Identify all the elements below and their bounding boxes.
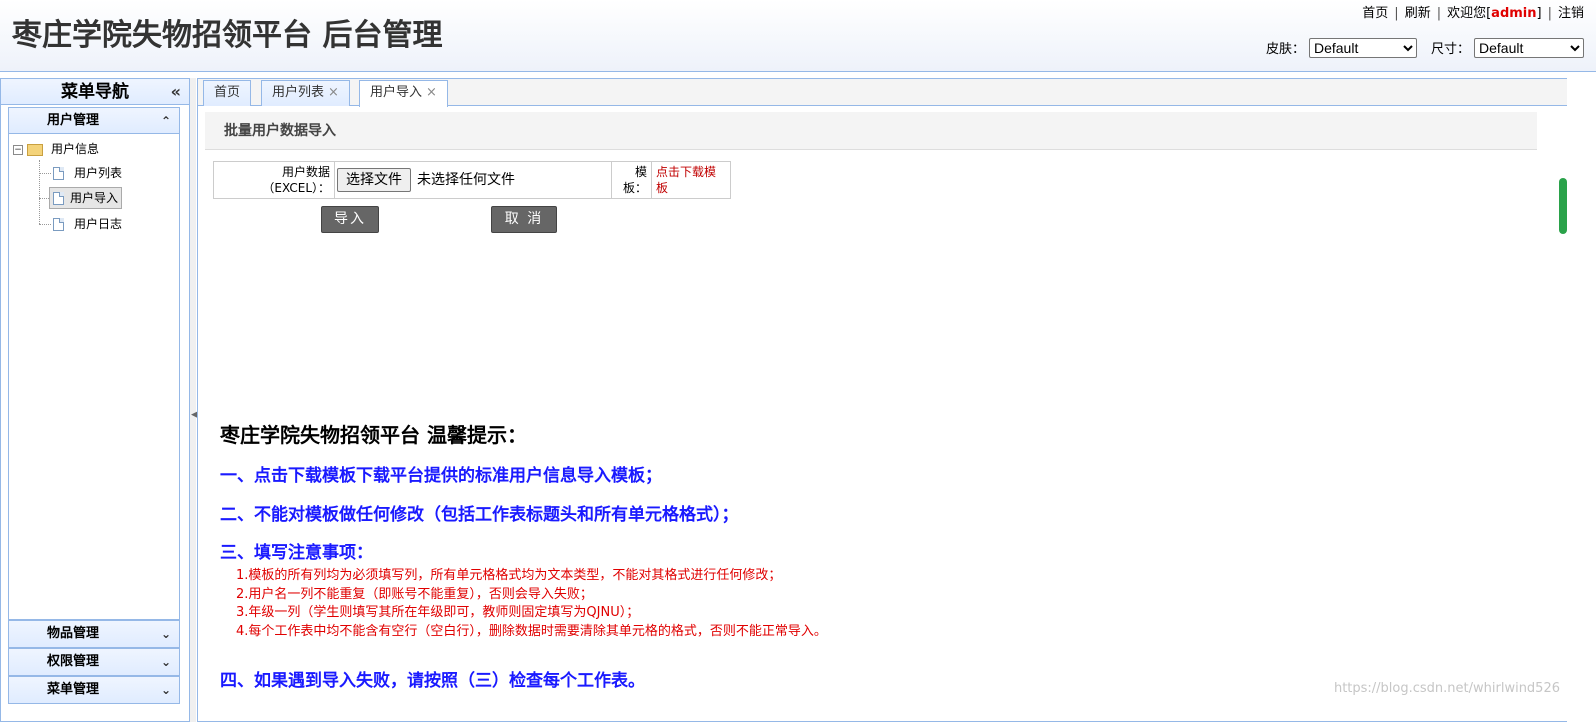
file-icon: [53, 218, 64, 231]
close-icon[interactable]: ×: [426, 85, 437, 100]
no-file-text: 未选择任何文件: [417, 172, 515, 188]
tree-node-user-info[interactable]: − 用户信息: [13, 138, 103, 160]
tip-step-1: 一、点击下载模板下载平台提供的标准用户信息导入模板；: [220, 466, 662, 486]
chevron-up-icon[interactable]: ⌃: [161, 108, 171, 134]
app-title: 枣庄学院失物招领平台 后台管理: [12, 18, 443, 53]
chevron-double-down-icon[interactable]: ⌄: [161, 621, 171, 647]
folder-open-icon: [27, 143, 43, 156]
close-icon[interactable]: ×: [328, 85, 339, 100]
accordion-header-user-management[interactable]: 用户管理 ⌃: [9, 108, 179, 134]
import-form: 用户数据 （EXCEL）： 选择文件 未选择任何文件 模 板： 点击下载模 板: [213, 161, 731, 199]
tree-node-user-log[interactable]: 用户日志: [53, 213, 126, 235]
file-icon: [53, 167, 64, 180]
chevron-double-down-icon[interactable]: ⌄: [161, 649, 171, 675]
user-tree: − 用户信息 用户列表 用户导入 用户日志: [9, 134, 179, 614]
data-field-label: 用户数据 （EXCEL）：: [213, 161, 335, 199]
file-icon: [53, 192, 64, 205]
scrollbar-thumb[interactable]: [1559, 178, 1567, 234]
sidebar: 菜单导航 « 用户管理 ⌃ − 用户信息 用户列表 用户导入 用户日志 物品管理…: [0, 78, 190, 722]
tips-title: 枣庄学院失物招领平台 温馨提示：: [220, 423, 527, 447]
cancel-button[interactable]: 取 消: [491, 206, 557, 233]
accordion-user-management: 用户管理 ⌃ − 用户信息 用户列表 用户导入 用户日志: [8, 107, 180, 620]
skin-select[interactable]: Default: [1308, 38, 1417, 58]
tip-note-3: 3.年级一列（学生则填写其所在年级即可，教师则固定填写为QJNU）；: [236, 605, 640, 620]
top-links: 首页 | 刷新 | 欢迎您[admin] | 注销: [1362, 6, 1584, 21]
main-panel: 首页 用户列表 × 用户导入 × 批量用户数据导入 用户数据 （EXCEL）： 选择…: [197, 78, 1567, 722]
welcome-text: 欢迎您[: [1447, 6, 1492, 21]
accordion-permission-management: 权限管理 ⌄: [8, 648, 180, 676]
tip-step-2: 二、不能对模板做任何修改（包括工作表标题头和所有单元格格式）；: [220, 505, 739, 525]
tree-node-user-import[interactable]: 用户导入: [49, 187, 123, 209]
tip-step-3: 三、填写注意事项：: [220, 543, 373, 563]
accordion-header-item-management[interactable]: 物品管理 ⌄: [9, 621, 179, 647]
tab-user-import[interactable]: 用户导入 ×: [359, 80, 448, 107]
tab-user-list[interactable]: 用户列表 ×: [261, 80, 350, 106]
refresh-link[interactable]: 刷新: [1405, 6, 1431, 21]
tip-note-1: 1.模板的所有列均为必须填写列，所有单元格格式均为文本类型，不能对其格式进行任何…: [236, 568, 782, 583]
welcome-end: ]: [1536, 6, 1542, 21]
tab-bar: 首页 用户列表 × 用户导入 ×: [198, 79, 1567, 107]
tip-note-2: 2.用户名一列不能重复（即账号不能重复），否则会导入失败；: [236, 587, 593, 602]
collapse-toggle-icon[interactable]: −: [13, 144, 23, 155]
size-select[interactable]: Default: [1474, 38, 1584, 58]
skin-label: 皮肤：: [1265, 42, 1305, 57]
header: 枣庄学院失物招领平台 后台管理 首页 | 刷新 | 欢迎您[admin] | 注销 皮肤： D…: [0, 0, 1596, 72]
choose-file-button[interactable]: 选择文件: [337, 168, 411, 192]
accordion-header-permission-management[interactable]: 权限管理 ⌄: [9, 649, 179, 675]
tip-note-4: 4.每个工作表中均不能含有空行（空白行），删除数据时需要清除其单元格的格式，否则…: [236, 624, 827, 639]
template-label: 模 板：: [611, 161, 652, 199]
accordion-menu-management: 菜单管理 ⌄: [8, 676, 180, 704]
collapse-sidebar-icon[interactable]: «: [171, 79, 181, 105]
theme-bar: 皮肤： Default 尺寸： Default: [1252, 38, 1584, 58]
username: admin: [1491, 6, 1537, 21]
size-label: 尺寸：: [1430, 42, 1470, 57]
splitter[interactable]: [190, 78, 196, 722]
tab-home[interactable]: 首页: [203, 80, 252, 106]
chevron-double-down-icon[interactable]: ⌄: [161, 677, 171, 703]
tree-node-user-list[interactable]: 用户列表: [53, 162, 126, 184]
section-title: 批量用户数据导入: [205, 112, 1537, 150]
tip-step-4: 四、如果遇到导入失败，请按照（三）检查每个工作表。: [220, 671, 645, 691]
logout-link[interactable]: 注销: [1558, 6, 1584, 21]
file-input[interactable]: 选择文件 未选择任何文件: [334, 161, 612, 199]
accordion-header-menu-management[interactable]: 菜单管理 ⌄: [9, 677, 179, 703]
watermark: https://blog.csdn.net/whirlwind526: [1333, 681, 1560, 696]
accordion-item-management: 物品管理 ⌄: [8, 620, 180, 648]
download-template-link[interactable]: 点击下载模 板: [651, 161, 731, 199]
import-button[interactable]: 导入: [321, 206, 379, 233]
home-link[interactable]: 首页: [1362, 6, 1388, 21]
sidebar-title: 菜单导航 «: [1, 79, 189, 105]
